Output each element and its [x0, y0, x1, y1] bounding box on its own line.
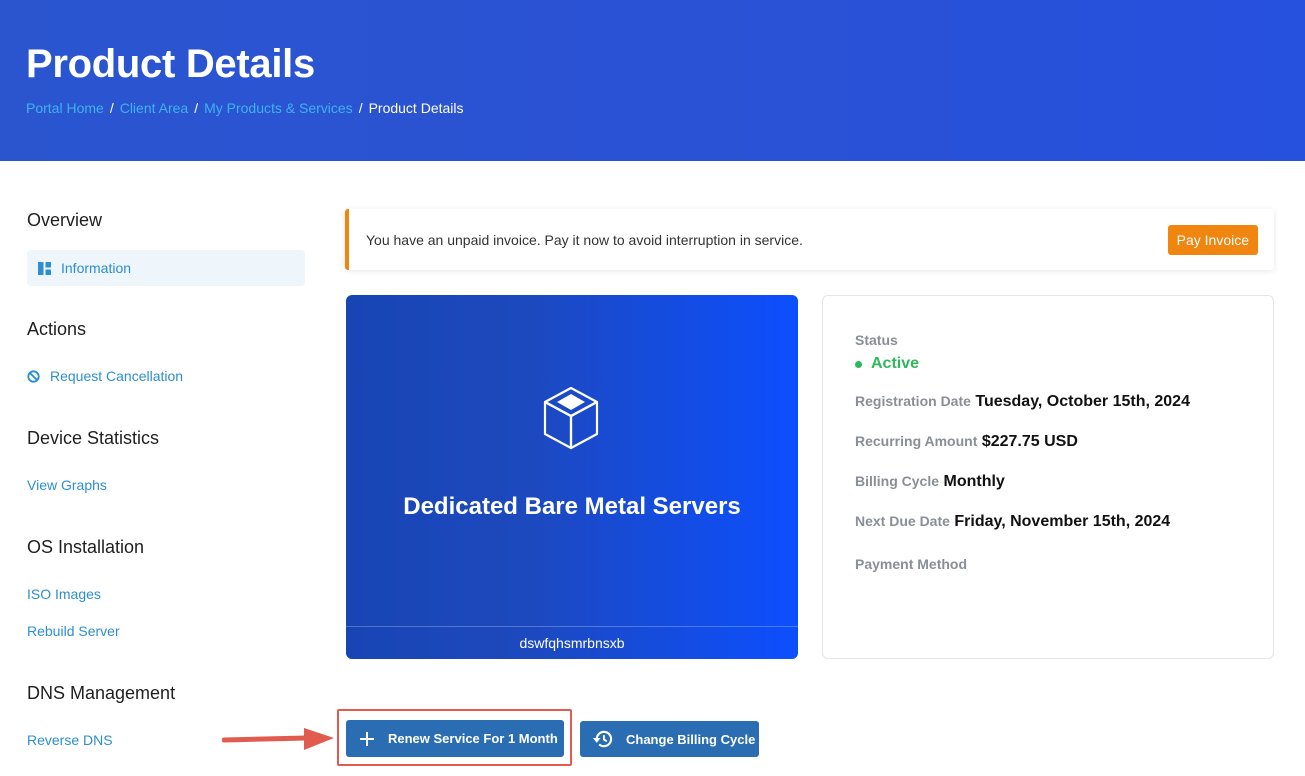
product-name: Dedicated Bare Metal Servers	[403, 493, 741, 520]
next-due-date-label: Next Due Date	[855, 513, 950, 529]
arrow-right-icon	[221, 726, 334, 757]
breadcrumb-separator: /	[194, 100, 199, 116]
plus-icon	[359, 731, 375, 747]
status-dot-icon	[855, 360, 862, 368]
registration-date-row: Registration Date Tuesday, October 15th,…	[855, 393, 1190, 411]
payment-method-label: Payment Method	[855, 556, 968, 572]
billing-cycle-value: Monthly	[943, 473, 1005, 490]
alert-message: You have an unpaid invoice. Pay it now t…	[366, 231, 803, 248]
breadcrumb-portal-home[interactable]: Portal Home	[26, 100, 104, 116]
breadcrumb-my-products[interactable]: My Products & Services	[204, 100, 353, 116]
breadcrumb: Portal Home / Client Area / My Products …	[26, 100, 464, 116]
unpaid-invoice-alert: You have an unpaid invoice. Pay it now t…	[345, 209, 1274, 270]
billing-cycle-label: Billing Cycle	[855, 473, 940, 489]
pay-invoice-button[interactable]: Pay Invoice	[1167, 225, 1258, 255]
next-due-date-value: Friday, November 15th, 2024	[954, 513, 1171, 530]
product-card: Dedicated Bare Metal Servers dswfqhsmrbn…	[346, 295, 798, 659]
sidebar-heading-os-installation: OS Installation	[27, 537, 145, 557]
change-billing-cycle-label: Change Billing Cycle	[626, 731, 756, 747]
sidebar-heading-dns-management: DNS Management	[27, 683, 176, 703]
page-title: Product Details	[26, 42, 315, 86]
ban-icon	[27, 369, 40, 383]
sidebar-heading-device-statistics: Device Statistics	[27, 428, 160, 448]
page-header: Product Details Portal Home / Client Are…	[0, 0, 1305, 161]
next-due-date-row: Next Due Date Friday, November 15th, 202…	[855, 513, 1170, 531]
breadcrumb-client-area[interactable]: Client Area	[120, 100, 188, 116]
sidebar-item-rebuild-server[interactable]: Rebuild Server	[27, 623, 120, 639]
breadcrumb-current: Product Details	[368, 100, 464, 116]
registration-date-label: Registration Date	[855, 393, 971, 409]
change-billing-cycle-button[interactable]: Change Billing Cycle	[580, 721, 759, 757]
renew-service-label: Renew Service For 1 Month	[388, 731, 558, 746]
dashboard-icon	[38, 261, 51, 275]
registration-date-value: Tuesday, October 15th, 2024	[975, 393, 1190, 410]
recurring-amount-label: Recurring Amount	[855, 433, 978, 449]
cube-icon	[541, 385, 601, 456]
recurring-amount-row: Recurring Amount $227.75 USD	[855, 433, 1078, 451]
breadcrumb-separator: /	[109, 100, 114, 116]
sidebar-heading-overview: Overview	[27, 210, 103, 230]
history-icon	[592, 729, 613, 749]
sidebar-item-view-graphs[interactable]: View Graphs	[27, 477, 107, 493]
breadcrumb-separator: /	[358, 100, 363, 116]
billing-cycle-row: Billing Cycle Monthly	[855, 473, 1005, 491]
status-value: Active	[871, 355, 920, 372]
sidebar-item-reverse-dns[interactable]: Reverse DNS	[27, 732, 113, 748]
product-hostname: dswfqhsmrbnsxb	[346, 626, 798, 659]
payment-method-row: Payment Method	[855, 556, 967, 574]
sidebar-item-label: Request Cancellation	[50, 368, 184, 384]
sidebar-item-iso-images[interactable]: ISO Images	[27, 586, 101, 602]
sidebar-item-label: Information	[61, 260, 132, 276]
sidebar-item-information[interactable]: Information	[27, 250, 305, 286]
status-label: Status	[855, 332, 898, 348]
service-details-card: Status Active Registration Date Tuesday,…	[822, 295, 1274, 659]
status-badge: Active	[855, 355, 919, 373]
sidebar-item-request-cancellation[interactable]: Request Cancellation	[27, 368, 183, 384]
sidebar-heading-actions: Actions	[27, 319, 87, 339]
recurring-amount-value: $227.75 USD	[981, 433, 1078, 450]
renew-service-button[interactable]: Renew Service For 1 Month	[346, 720, 564, 757]
